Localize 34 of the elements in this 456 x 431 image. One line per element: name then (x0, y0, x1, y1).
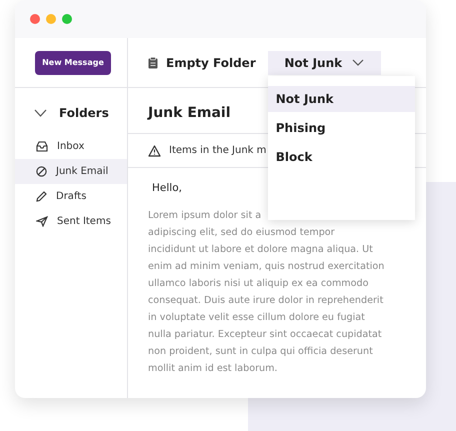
window-control-dot[interactable] (62, 14, 72, 24)
folders-toggle[interactable]: Folders (15, 88, 127, 134)
warning-icon (148, 144, 161, 156)
chevron-down-icon (34, 109, 47, 117)
menu-option[interactable]: Not Junk (268, 86, 415, 112)
window-control-dot[interactable] (46, 14, 56, 24)
empty-folder-button[interactable]: Empty Folder (148, 56, 256, 70)
body-text-line: nulla pariatur. Excepteur sint occaecat cupidatat (148, 328, 383, 342)
blocked-icon (36, 166, 47, 177)
clipboard-icon (148, 56, 158, 68)
paper-plane-icon (36, 216, 48, 227)
junk-type-dropdown[interactable]: Not Junk (268, 50, 381, 74)
body-text-line: adipiscing elit, sed do eiusmod tempor (148, 226, 336, 240)
body-text-line: mollit anim id est laborum. (148, 362, 278, 376)
folder-item[interactable]: Sent Items (15, 209, 127, 234)
pencil-icon (36, 191, 47, 202)
body-text-line: non proident, sunt in culpa qui officia deserunt (148, 345, 374, 359)
body-text-line: incididunt ut labore et dolore magna aliqua. Ut (148, 243, 374, 257)
menu-option[interactable]: Phising (268, 114, 415, 140)
new-message-button[interactable]: New Message (35, 50, 111, 74)
inbox-icon (36, 141, 48, 152)
junk-notice: Items in the Junk m (169, 145, 266, 156)
body-text-line: Lorem ipsum dolor sit a (148, 209, 262, 223)
body-text-line: consequat. Duis aute irure dolor in reprehenderit (148, 294, 384, 308)
menu-option[interactable]: Block (268, 144, 415, 170)
folder-item[interactable]: Inbox (15, 134, 127, 159)
body-text-line: enim ad minim veniam, quis nostrud exercitation (148, 260, 386, 274)
folder-item[interactable]: Drafts (15, 184, 127, 209)
folder-item[interactable]: Junk Email (15, 159, 127, 184)
window-control-dot[interactable] (30, 14, 40, 24)
body-text-line: ullamco laboris nisi ut aliquip ex ea commodo (148, 277, 370, 291)
greeting: Hello, (151, 181, 183, 194)
chevron-down-icon (352, 59, 364, 66)
body-text-line: in voluptate velit esse cillum dolore eu fugiat (148, 311, 366, 325)
